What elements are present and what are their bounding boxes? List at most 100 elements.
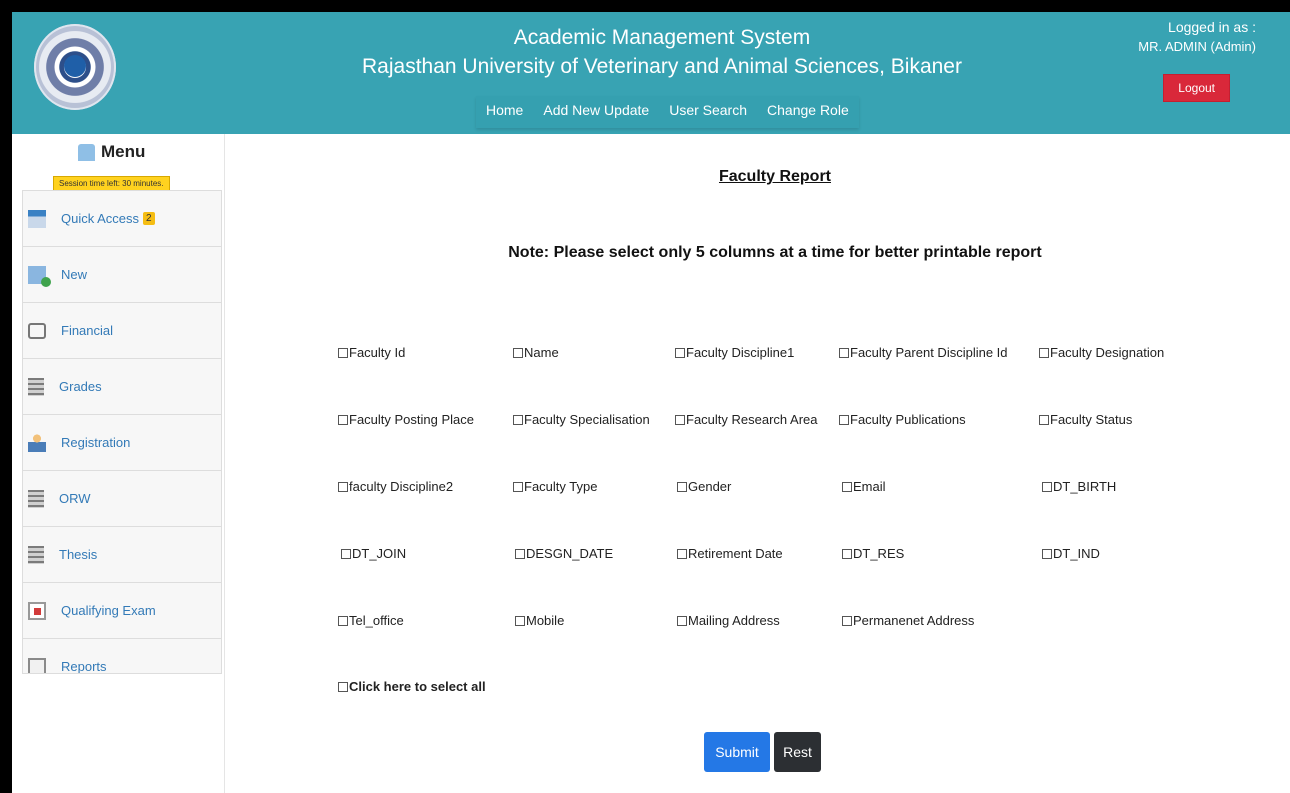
top-nav: Home Add New Update User Search Change R… bbox=[476, 96, 859, 128]
person-icon bbox=[28, 433, 46, 452]
column-option[interactable]: Mailing Address bbox=[677, 613, 780, 628]
checkbox[interactable] bbox=[341, 548, 351, 559]
column-option[interactable]: Gender bbox=[677, 479, 731, 494]
column-option[interactable]: Faculty Specialisation bbox=[513, 412, 650, 427]
column-option[interactable]: DESGN_DATE bbox=[515, 546, 613, 561]
checkbox[interactable] bbox=[842, 481, 852, 492]
sidebar-item-label: New bbox=[61, 267, 88, 282]
sidebar-item-label: Thesis bbox=[59, 547, 98, 562]
checkbox[interactable] bbox=[338, 414, 348, 425]
quick-access-count-badge: 2 bbox=[143, 212, 155, 225]
nav-change-role[interactable]: Change Role bbox=[757, 96, 859, 128]
reset-button[interactable]: Rest bbox=[774, 732, 821, 772]
column-option[interactable]: Retirement Date bbox=[677, 546, 783, 561]
menu-title: Menu bbox=[101, 142, 146, 161]
sidebar-item-financial[interactable]: Financial bbox=[23, 303, 221, 359]
sidebar-item-grades[interactable]: Grades bbox=[23, 359, 221, 415]
checkbox[interactable] bbox=[515, 615, 525, 626]
column-option[interactable]: Faculty Designation bbox=[1039, 345, 1164, 360]
sidebar-item-label: Financial bbox=[61, 323, 114, 338]
checkbox[interactable] bbox=[839, 414, 849, 425]
column-note: Note: Please select only 5 columns at a … bbox=[508, 244, 1042, 261]
column-option[interactable]: Email bbox=[842, 479, 886, 494]
checkbox[interactable] bbox=[1042, 548, 1052, 559]
checkbox[interactable] bbox=[675, 347, 685, 358]
sidebar-item-label: Quick Access bbox=[61, 211, 140, 226]
sidebar-item-qualifying-exam[interactable]: Qualifying Exam bbox=[23, 583, 221, 639]
checkbox[interactable] bbox=[338, 347, 348, 358]
column-option[interactable]: Faculty Status bbox=[1039, 412, 1132, 427]
checkbox[interactable] bbox=[677, 548, 687, 559]
sidebar-item-label: Registration bbox=[61, 435, 131, 450]
sidebar-item-label: Reports bbox=[61, 659, 107, 674]
logout-button[interactable]: Logout bbox=[1163, 74, 1230, 102]
column-option[interactable]: Tel_office bbox=[338, 613, 404, 628]
logged-in-label: Logged in as : bbox=[1168, 19, 1256, 35]
select-all-option[interactable]: Click here to select all bbox=[338, 679, 486, 694]
sidebar-item-new[interactable]: New bbox=[23, 247, 221, 303]
checkbox[interactable] bbox=[675, 414, 685, 425]
sheet-icon bbox=[28, 545, 44, 564]
column-option[interactable]: Faculty Posting Place bbox=[338, 412, 474, 427]
checkbox[interactable] bbox=[1039, 347, 1049, 358]
exam-icon bbox=[28, 601, 46, 620]
current-user: MR. ADMIN (Admin) bbox=[1138, 39, 1256, 54]
session-timer: Session time left: 30 minutes. bbox=[53, 176, 170, 191]
university-name: Rajasthan University of Veterinary and A… bbox=[362, 55, 962, 78]
column-option[interactable]: DT_RES bbox=[842, 546, 904, 561]
home-icon bbox=[78, 143, 95, 161]
sidebar-item-label: ORW bbox=[59, 491, 91, 506]
top-header: Academic Management System Rajasthan Uni… bbox=[12, 12, 1290, 134]
sheet-icon bbox=[28, 377, 44, 396]
submit-button[interactable]: Submit bbox=[704, 732, 770, 772]
new-icon bbox=[28, 265, 51, 287]
checkbox[interactable] bbox=[842, 548, 852, 559]
column-option[interactable]: Faculty Parent Discipline Id bbox=[839, 345, 1008, 360]
column-option[interactable]: Mobile bbox=[515, 613, 564, 628]
column-option[interactable]: DT_IND bbox=[1042, 546, 1100, 561]
sidebar-menu: Quick Access 2 New Financial Grades Regis… bbox=[22, 190, 222, 674]
column-option[interactable]: Faculty Research Area bbox=[675, 412, 818, 427]
checkbox[interactable] bbox=[1039, 414, 1049, 425]
column-option[interactable]: Faculty Publications bbox=[839, 412, 966, 427]
nav-home[interactable]: Home bbox=[476, 96, 533, 128]
checkbox[interactable] bbox=[677, 481, 687, 492]
column-option[interactable]: DT_JOIN bbox=[341, 546, 406, 561]
checkbox[interactable] bbox=[338, 615, 348, 626]
sidebar-item-thesis[interactable]: Thesis bbox=[23, 527, 221, 583]
column-option[interactable]: Faculty Discipline1 bbox=[675, 345, 794, 360]
checkbox[interactable] bbox=[513, 481, 523, 492]
sidebar-item-label: Qualifying Exam bbox=[61, 603, 156, 618]
checkbox[interactable] bbox=[513, 347, 523, 358]
checkbox[interactable] bbox=[839, 347, 849, 358]
column-option[interactable]: Faculty Type bbox=[513, 479, 597, 494]
checkbox[interactable] bbox=[338, 681, 348, 692]
sidebar-item-quick-access[interactable]: Quick Access 2 bbox=[23, 191, 221, 247]
column-option[interactable]: Faculty Id bbox=[338, 345, 405, 360]
sidebar-item-reports[interactable]: Reports bbox=[23, 639, 221, 674]
login-info: Logged in as : MR. ADMIN (Admin) bbox=[1096, 17, 1256, 57]
faculty-report-form: Faculty Report Note: Please select only … bbox=[225, 134, 1290, 793]
menu-heading: Menu bbox=[78, 142, 145, 162]
checkbox[interactable] bbox=[515, 548, 525, 559]
nav-user-search[interactable]: User Search bbox=[659, 96, 757, 128]
nav-add-new-update[interactable]: Add New Update bbox=[533, 96, 659, 128]
sidebar-item-label: Grades bbox=[59, 379, 102, 394]
app-window: Academic Management System Rajasthan Uni… bbox=[12, 12, 1290, 793]
checkbox[interactable] bbox=[842, 615, 852, 626]
sidebar: Menu Session time left: 30 minutes. Quic… bbox=[12, 134, 225, 793]
sheet-icon bbox=[28, 489, 44, 508]
sidebar-item-registration[interactable]: Registration bbox=[23, 415, 221, 471]
checkbox[interactable] bbox=[338, 481, 348, 492]
report-icon bbox=[28, 657, 46, 673]
column-option[interactable]: faculty Discipline2 bbox=[338, 479, 453, 494]
page-title: Faculty Report bbox=[718, 168, 831, 185]
column-option[interactable]: DT_BIRTH bbox=[1042, 479, 1116, 494]
column-option[interactable]: Permanenet Address bbox=[842, 613, 974, 628]
checkbox[interactable] bbox=[513, 414, 523, 425]
bag-icon bbox=[28, 322, 46, 339]
checkbox[interactable] bbox=[677, 615, 687, 626]
column-option[interactable]: Name bbox=[513, 345, 559, 360]
sidebar-item-orw[interactable]: ORW bbox=[23, 471, 221, 527]
checkbox[interactable] bbox=[1042, 481, 1052, 492]
